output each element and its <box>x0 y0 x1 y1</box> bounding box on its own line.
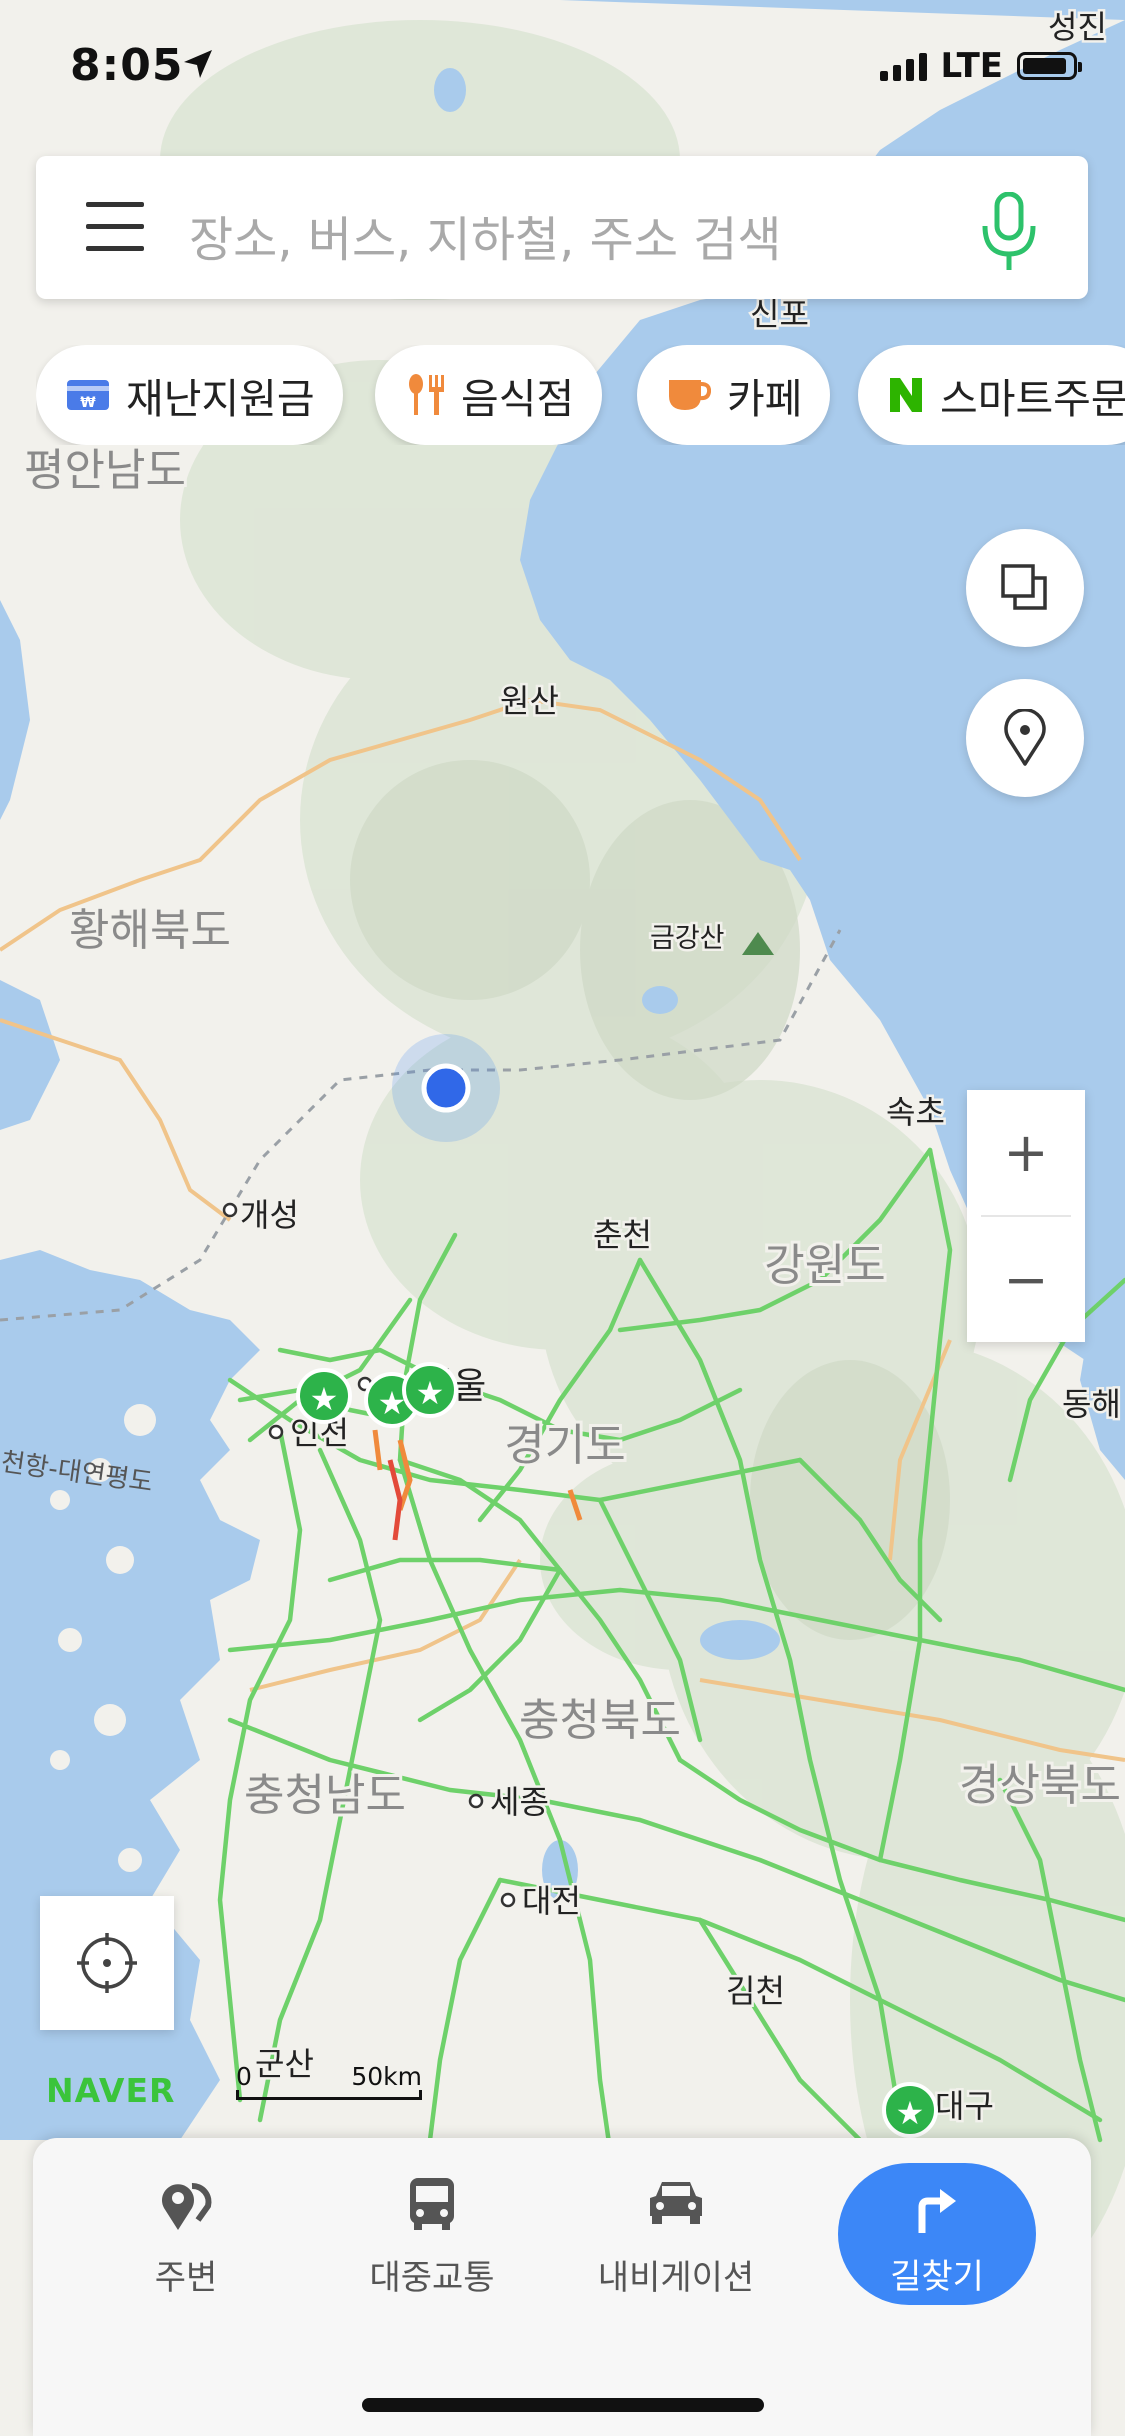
map-region-label: 경상북도 <box>959 1760 1121 1811</box>
chip-disaster-fund[interactable]: ₩ 재난지원금 <box>36 345 343 445</box>
zoom-control: + − <box>967 1090 1085 1342</box>
coffee-cup-icon <box>669 380 711 410</box>
map-region-label: 황해북도 <box>69 905 231 956</box>
tab-label: 주변 <box>154 2258 218 2298</box>
favorite-star-icon[interactable]: ★ <box>882 2082 938 2138</box>
chip-label: 음식점 <box>461 375 575 423</box>
category-chips: ₩ 재난지원금 음식점 카페 스마트주문 <box>36 345 1125 445</box>
map-region-label: 충청남도 <box>244 1770 406 1821</box>
chip-cafe[interactable]: 카페 <box>637 345 831 445</box>
home-indicator[interactable] <box>362 2398 764 2412</box>
chip-label: 스마트주문 <box>940 375 1125 423</box>
naver-n-icon <box>890 378 922 412</box>
search-input[interactable]: 장소, 버스, 지하철, 주소 검색 <box>189 200 782 270</box>
tab-nearby[interactable]: 주변 <box>71 2138 301 2308</box>
svg-text:★: ★ <box>310 1380 339 1418</box>
chip-label: 재난지원금 <box>126 375 315 423</box>
my-location-button[interactable] <box>40 1896 174 2030</box>
car-icon <box>650 2182 702 2224</box>
chip-smart-order[interactable]: 스마트주문 <box>858 345 1125 445</box>
map-city-label: 대구 <box>935 2087 994 2125</box>
status-bar: 8:05 LTE <box>0 40 1125 100</box>
map-region-label: 경기도 <box>504 1420 625 1471</box>
bottom-nav: 주변 대중교통 내비게이션 길찾기 <box>33 2138 1091 2436</box>
svg-text:★: ★ <box>416 1374 445 1412</box>
map-city-label: 원산 <box>500 682 559 720</box>
favorite-star-icon[interactable]: ★ <box>402 1362 458 1418</box>
map-city-label: 대전 <box>522 1882 581 1920</box>
scale-zero: 0 <box>236 2062 252 2091</box>
map-city-label: 동해 <box>1062 1385 1121 1423</box>
zoom-out-button[interactable]: − <box>967 1217 1085 1342</box>
chip-label: 카페 <box>727 375 803 423</box>
map-region-label: 평안남도 <box>24 445 186 496</box>
status-time: 8:05 <box>70 40 184 91</box>
tab-navigation[interactable]: 내비게이션 <box>561 2138 791 2308</box>
tab-label: 대중교통 <box>369 2258 495 2298</box>
nearby-pin-icon <box>162 2183 212 2230</box>
network-type: LTE <box>940 46 1003 86</box>
layers-button[interactable] <box>966 529 1084 647</box>
saved-places-button[interactable] <box>966 679 1084 797</box>
microphone-icon[interactable] <box>978 192 1040 272</box>
layers-icon <box>1001 564 1047 610</box>
naver-logo: NAVER <box>46 2071 176 2110</box>
fork-knife-icon <box>409 374 444 415</box>
zoom-in-button[interactable]: + <box>967 1090 1085 1215</box>
map-city-label: 금강산 <box>650 923 725 954</box>
favorite-star-icon[interactable]: ★ <box>296 1368 352 1424</box>
scale-distance: 50km <box>351 2062 422 2091</box>
map-city-label: 김천 <box>726 1972 785 2010</box>
map-region-label: 충청북도 <box>519 1695 681 1746</box>
tab-label: 내비게이션 <box>597 2258 755 2298</box>
map-city-label: 개성 <box>240 1196 299 1234</box>
battery-icon <box>1017 52 1082 80</box>
crosshair-icon <box>77 1933 137 1993</box>
route-label: 길찾기 <box>890 2257 984 2297</box>
bus-icon <box>410 2178 454 2230</box>
turn-right-arrow-icon <box>918 2189 956 2233</box>
cellular-signal-icon <box>879 51 927 81</box>
map-city-label: 신포 <box>750 295 809 333</box>
svg-text:₩: ₩ <box>80 395 96 411</box>
menu-icon[interactable] <box>86 202 144 252</box>
svg-text:★: ★ <box>896 2094 925 2132</box>
map-city-label: 세종 <box>490 1783 549 1821</box>
search-bar[interactable]: 장소, 버스, 지하철, 주소 검색 <box>36 156 1088 299</box>
current-location-marker <box>392 1034 500 1142</box>
chip-restaurant[interactable]: 음식점 <box>375 345 603 445</box>
tab-public-transit[interactable]: 대중교통 <box>317 2138 547 2308</box>
location-pin-icon <box>1004 709 1046 766</box>
location-arrow-icon <box>184 50 212 78</box>
map-scale: 0 50km <box>236 2062 422 2100</box>
map-region-label: 강원도 <box>764 1240 885 1291</box>
map-city-label: 춘천 <box>593 1216 652 1254</box>
card-icon: ₩ <box>67 380 109 411</box>
route-search-button[interactable]: 길찾기 <box>838 2163 1036 2305</box>
map-city-label: 속초 <box>886 1093 945 1131</box>
